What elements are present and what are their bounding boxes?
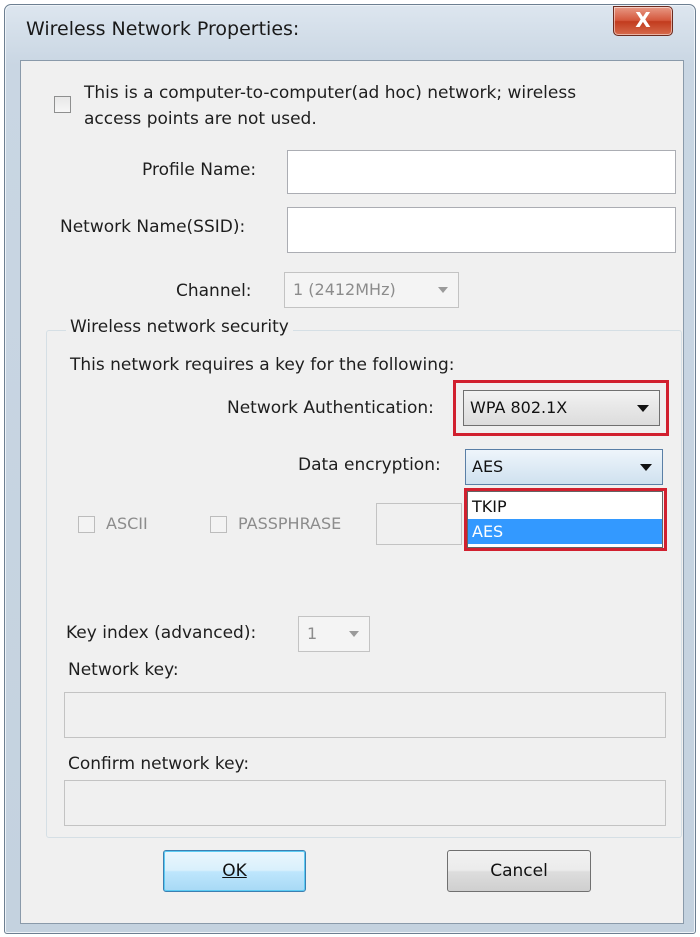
chevron-down-icon (637, 405, 649, 412)
network-key-input[interactable] (64, 692, 666, 738)
passphrase-label: PASSPHRASE (238, 514, 342, 533)
channel-label: Channel: (176, 281, 252, 301)
data-encryption-value: AES (472, 457, 504, 476)
ok-label: OK (222, 861, 247, 881)
requires-key-text: This network requires a key for the foll… (70, 355, 455, 375)
chevron-down-icon (640, 464, 652, 471)
window-title: Wireless Network Properties: (26, 18, 300, 40)
network-auth-label: Network Authentication: (227, 398, 434, 418)
chevron-down-icon (349, 631, 359, 637)
key-index-value: 1 (307, 624, 318, 643)
adhoc-label-line1: This is a computer-to-computer(ad hoc) n… (84, 83, 577, 103)
data-encryption-select[interactable]: AES (465, 449, 663, 485)
chevron-down-icon (438, 287, 448, 293)
security-group-title: Wireless network security (66, 317, 293, 337)
encryption-highlight-box (464, 488, 667, 551)
ssid-input[interactable] (287, 207, 676, 253)
ascii-checkbox[interactable] (78, 516, 95, 533)
passphrase-checkbox[interactable] (210, 516, 227, 533)
data-encryption-label: Data encryption: (298, 455, 441, 475)
ok-button[interactable]: OK (163, 850, 306, 892)
cancel-label: Cancel (490, 861, 548, 881)
profile-name-label: Profile Name: (142, 160, 257, 180)
network-auth-select[interactable]: WPA 802.1X (463, 390, 660, 426)
profile-name-input[interactable] (287, 150, 676, 194)
adhoc-checkbox[interactable] (54, 96, 71, 113)
ssid-label: Network Name(SSID): (60, 217, 246, 237)
confirm-key-label: Confirm network key: (68, 754, 250, 774)
passphrase-input[interactable] (376, 503, 462, 545)
channel-value: 1 (2412MHz) (293, 280, 396, 299)
adhoc-label-line2: access points are not used. (84, 109, 317, 129)
channel-select: 1 (2412MHz) (284, 272, 459, 308)
confirm-key-input[interactable] (64, 780, 666, 826)
network-key-label: Network key: (68, 660, 179, 680)
key-index-label: Key index (advanced): (66, 623, 257, 643)
network-auth-value: WPA 802.1X (470, 398, 568, 417)
key-index-select: 1 (298, 616, 370, 652)
close-button[interactable]: X (613, 6, 673, 36)
ascii-label: ASCII (106, 514, 148, 533)
cancel-button[interactable]: Cancel (447, 850, 591, 892)
